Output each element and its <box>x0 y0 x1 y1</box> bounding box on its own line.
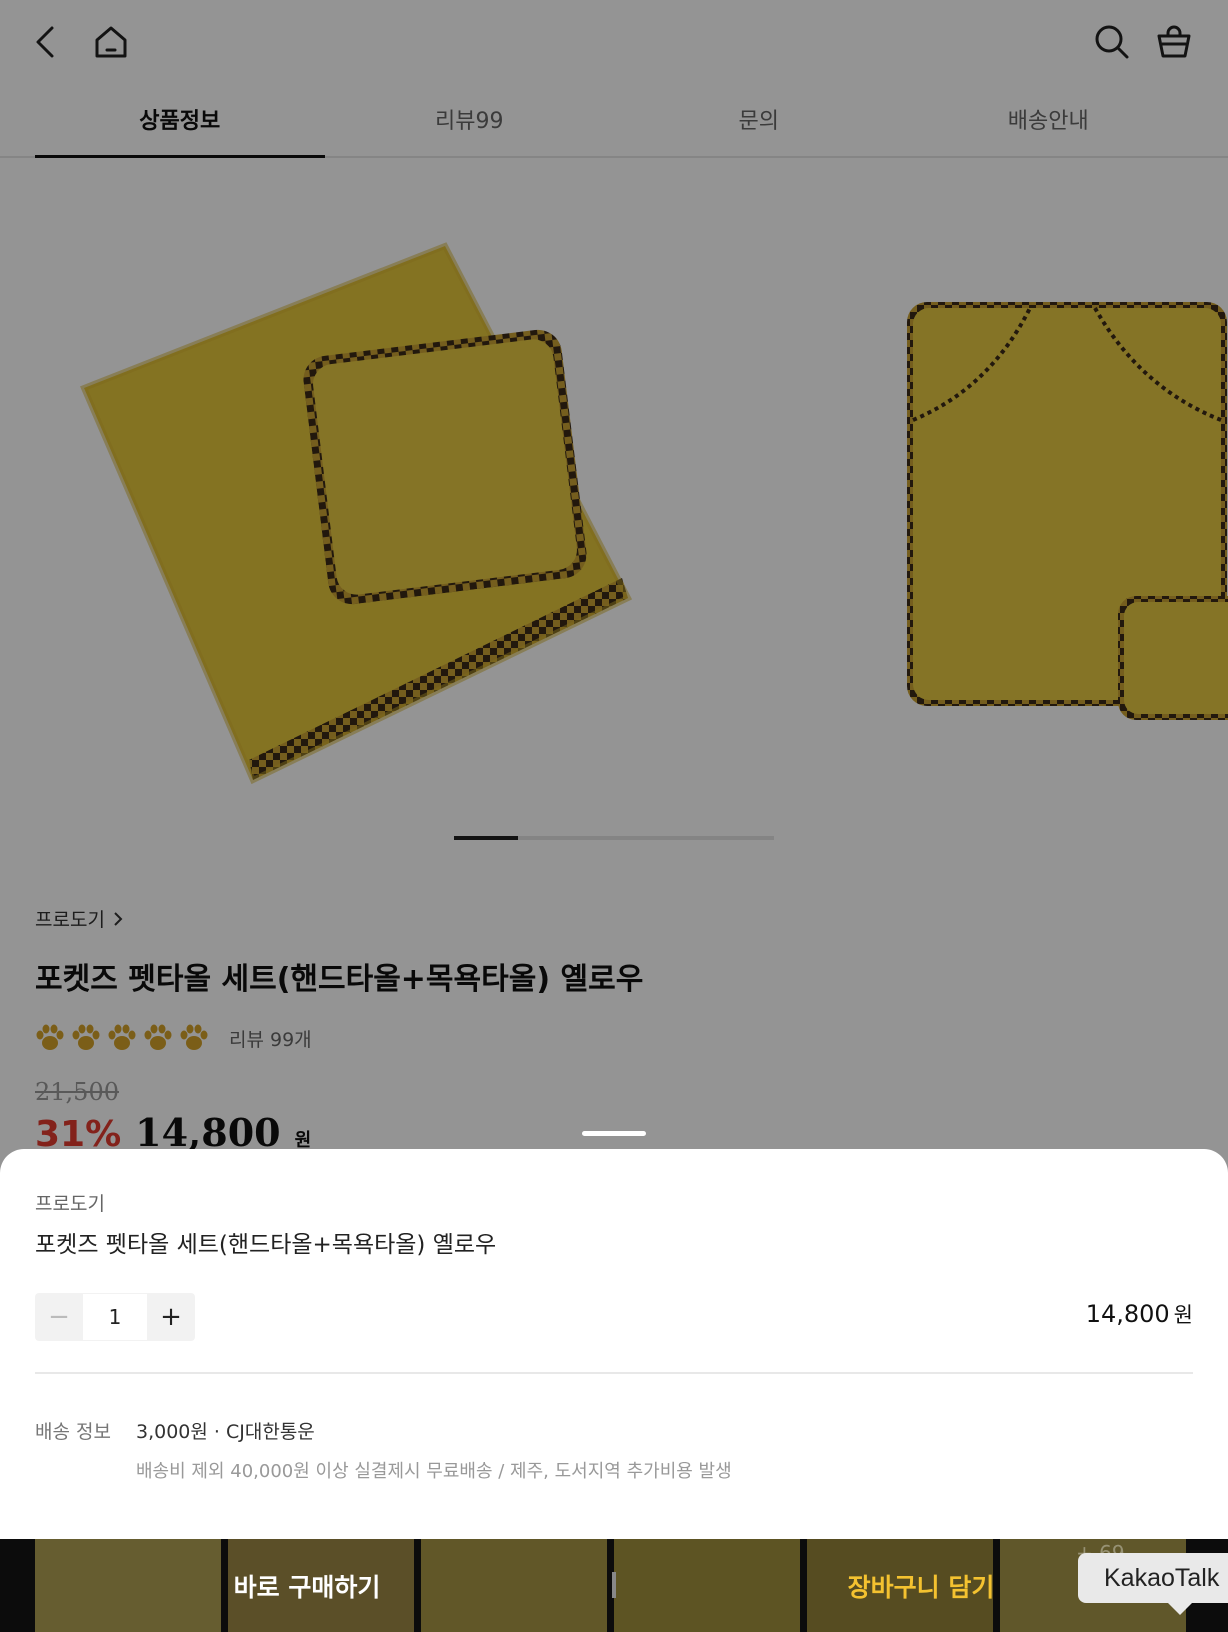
item-price-unit: 원 <box>1173 1303 1193 1327</box>
sheet-brand: 프로도기 <box>35 1193 105 1215</box>
increase-quantity-button[interactable]: + <box>147 1293 195 1341</box>
kakaotalk-share-tooltip[interactable]: KakaoTalk <box>1078 1553 1228 1615</box>
sheet-product-name: 포켓즈 펫타올 세트(핸드타올+목욕타올) 옐로우 <box>35 1232 497 1258</box>
shipping-label: 배송 정보 <box>35 1421 111 1443</box>
item-price-value: 14,800 <box>1085 1300 1170 1328</box>
shipping-fee-carrier: 3,000원 · CJ대한통운 <box>136 1421 315 1443</box>
buy-now-button[interactable]: 바로 구매하기 <box>0 1539 614 1632</box>
shipping-note: 배송비 제외 40,000원 이상 실결제시 무료배송 / 제주, 도서지역 추… <box>136 1461 732 1482</box>
purchase-action-bar: + 69 바로 구매하기 장바구니 담기 <box>0 1539 1228 1632</box>
selected-item-price: 14,800 원 <box>1086 1299 1193 1329</box>
sheet-divider <box>35 1372 1193 1374</box>
sheet-drag-handle[interactable] <box>582 1131 646 1136</box>
quantity-value[interactable]: 1 <box>83 1293 147 1341</box>
purchase-options-sheet: 프로도기 포켓즈 펫타올 세트(핸드타올+목욕타올) 옐로우 − 1 + 14,… <box>0 1149 1228 1539</box>
decrease-quantity-button[interactable]: − <box>35 1293 83 1341</box>
quantity-stepper: − 1 + <box>35 1293 195 1341</box>
